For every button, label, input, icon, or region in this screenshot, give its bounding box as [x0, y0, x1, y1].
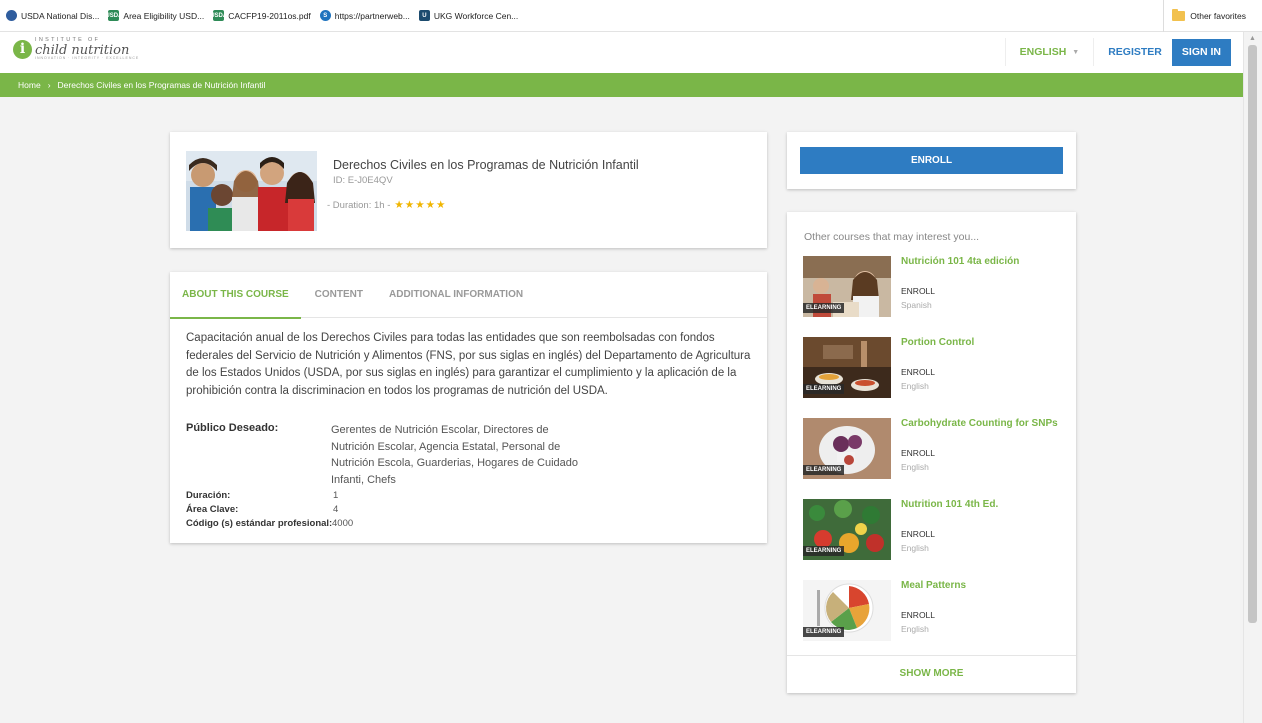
folder-icon	[1172, 9, 1186, 21]
sharepoint-icon: S	[319, 10, 331, 21]
elearning-badge: ELEARNING	[803, 303, 845, 313]
site-header: i INSTITUTE OF child nutrition INNOVATIO…	[0, 32, 1243, 73]
course-thumbnail[interactable]: ELEARNING	[803, 580, 891, 641]
course-id: ID: E-J0E4QV	[333, 175, 393, 186]
bookmark-label: https://partnerweb...	[334, 10, 410, 21]
other-course-title[interactable]: Nutrición 101 4ta edición	[901, 256, 1019, 267]
other-course-enroll[interactable]: ENROLL	[901, 367, 935, 377]
bookmark-cacfp-pdf[interactable]: USDA CACFP19-2011os.pdf	[210, 10, 311, 21]
other-course-enroll[interactable]: ENROLL	[901, 286, 935, 296]
register-link[interactable]: REGISTER	[1108, 46, 1162, 58]
divider	[787, 655, 1076, 656]
enroll-card: ENROLL	[787, 132, 1076, 189]
bookmark-label: Area Eligibility USD...	[123, 10, 205, 21]
course-thumbnail[interactable]: ELEARNING	[803, 418, 891, 479]
language-selector[interactable]: ENGLISH ▼	[1004, 38, 1095, 66]
logo-i-icon: i	[13, 39, 32, 59]
other-favorites-label: Other favorites	[1190, 11, 1246, 21]
sign-in-button[interactable]: SIGN IN	[1171, 38, 1231, 66]
course-thumbnail[interactable]: ELEARNING	[803, 256, 891, 317]
course-thumbnail[interactable]: ELEARNING	[803, 499, 891, 560]
language-label: ENGLISH	[1019, 46, 1067, 58]
show-more-button[interactable]: SHOW MORE	[787, 668, 1076, 679]
course-thumbnail[interactable]: ELEARNING	[803, 337, 891, 398]
other-course-language: Spanish	[901, 300, 932, 310]
tab-additional-information[interactable]: ADDITIONAL INFORMATION	[389, 272, 523, 318]
logo-main-text: child nutrition	[35, 42, 130, 58]
breadcrumb-home[interactable]: Home	[18, 80, 41, 90]
bookmark-label: CACFP19-2011os.pdf	[228, 10, 311, 21]
breadcrumb-current: Derechos Civiles en los Programas de Nut…	[57, 80, 266, 90]
duration-text: - Duration: 1h -	[327, 199, 391, 211]
other-course-title[interactable]: Meal Patterns	[901, 580, 966, 591]
logo-sub-text: INNOVATION · INTEGRITY · EXCELLENCE	[35, 55, 140, 60]
list-item[interactable]: ELEARNING Meal Patterns ENROLL English	[803, 580, 1073, 642]
bookmark-partnerweb[interactable]: S https://partnerweb...	[319, 10, 410, 21]
usda-icon: USDA	[210, 10, 227, 21]
course-header-card: Derechos Civiles en los Programas de Nut…	[170, 132, 767, 248]
publico-deseado-label: Público Deseado:	[186, 422, 279, 434]
enroll-button[interactable]: ENROLL	[800, 147, 1063, 174]
list-item[interactable]: ELEARNING Portion Control ENROLL English	[803, 337, 1073, 399]
tab-content[interactable]: CONTENT	[315, 272, 363, 318]
other-course-enroll[interactable]: ENROLL	[901, 610, 935, 620]
bookmark-usda-national[interactable]: USDA National Dis...	[6, 10, 99, 21]
area-clave-label: Área Clave:	[186, 504, 239, 515]
scroll-up-icon[interactable]: ▲	[1249, 35, 1256, 42]
list-item[interactable]: ELEARNING Nutrición 101 4ta edición ENRO…	[803, 256, 1073, 318]
publico-deseado-value: Gerentes de Nutrición Escolar, Directore…	[331, 424, 579, 486]
course-tabs: ABOUT THIS COURSE CONTENT ADDITIONAL INF…	[170, 272, 767, 319]
scrollbar[interactable]: ▲	[1243, 32, 1262, 723]
duracion-value: 1	[333, 490, 339, 501]
ukg-icon: U	[418, 10, 430, 21]
elearning-badge: ELEARNING	[803, 384, 845, 394]
other-favorites[interactable]: Other favorites	[1163, 0, 1246, 32]
star-rating: ★★★★★	[394, 199, 447, 211]
list-item[interactable]: ELEARNING Carbohydrate Counting for SNPs…	[803, 418, 1073, 480]
bookmarks-bar: USDA National Dis... USDA Area Eligibili…	[0, 0, 1262, 32]
course-duration: - Duration: 1h - ★★★★★	[327, 199, 446, 211]
area-clave-value: 4	[333, 504, 339, 515]
bookmark-area-eligibility[interactable]: USDA Area Eligibility USD...	[105, 10, 205, 21]
bookmark-label: UKG Workforce Cen...	[433, 10, 519, 21]
duracion-label: Duración:	[186, 490, 231, 501]
other-course-language: English	[901, 543, 929, 553]
tab-about-this-course[interactable]: ABOUT THIS COURSE	[170, 272, 301, 319]
other-course-language: English	[901, 462, 929, 472]
other-course-language: English	[901, 624, 929, 634]
elearning-badge: ELEARNING	[803, 627, 845, 637]
site-logo[interactable]: i INSTITUTE OF child nutrition INNOVATIO…	[13, 37, 140, 60]
bookmark-label: USDA National Dis...	[21, 10, 100, 21]
course-title: Derechos Civiles en los Programas de Nut…	[333, 158, 639, 172]
other-course-enroll[interactable]: ENROLL	[901, 448, 935, 458]
course-thumbnail	[186, 151, 317, 231]
other-course-title[interactable]: Nutrition 101 4th Ed.	[901, 499, 998, 510]
other-course-title[interactable]: Carbohydrate Counting for SNPs	[901, 418, 1058, 429]
breadcrumb-separator: ›	[47, 80, 51, 90]
usda-icon: USDA	[105, 10, 122, 21]
other-courses-heading: Other courses that may interest you...	[804, 231, 980, 243]
other-course-title[interactable]: Portion Control	[901, 337, 974, 348]
codigo-value: 4000	[332, 518, 354, 529]
shield-icon	[6, 10, 17, 21]
codigo-label: Código (s) estándar profesional:	[186, 518, 333, 529]
chevron-down-icon: ▼	[1072, 48, 1080, 56]
course-description: Capacitación anual de los Derechos Civil…	[186, 332, 751, 397]
scrollbar-thumb[interactable]	[1248, 45, 1257, 623]
other-courses-card: Other courses that may interest you... E…	[787, 212, 1076, 693]
list-item[interactable]: ELEARNING Nutrition 101 4th Ed. ENROLL E…	[803, 499, 1073, 561]
bookmark-ukg[interactable]: U UKG Workforce Cen...	[418, 10, 519, 21]
other-course-enroll[interactable]: ENROLL	[901, 529, 935, 539]
other-course-language: English	[901, 381, 929, 391]
course-details-card: ABOUT THIS COURSE CONTENT ADDITIONAL INF…	[170, 272, 767, 543]
elearning-badge: ELEARNING	[803, 546, 845, 556]
elearning-badge: ELEARNING	[803, 465, 845, 475]
breadcrumb: Home › Derechos Civiles en los Programas…	[0, 73, 1243, 97]
